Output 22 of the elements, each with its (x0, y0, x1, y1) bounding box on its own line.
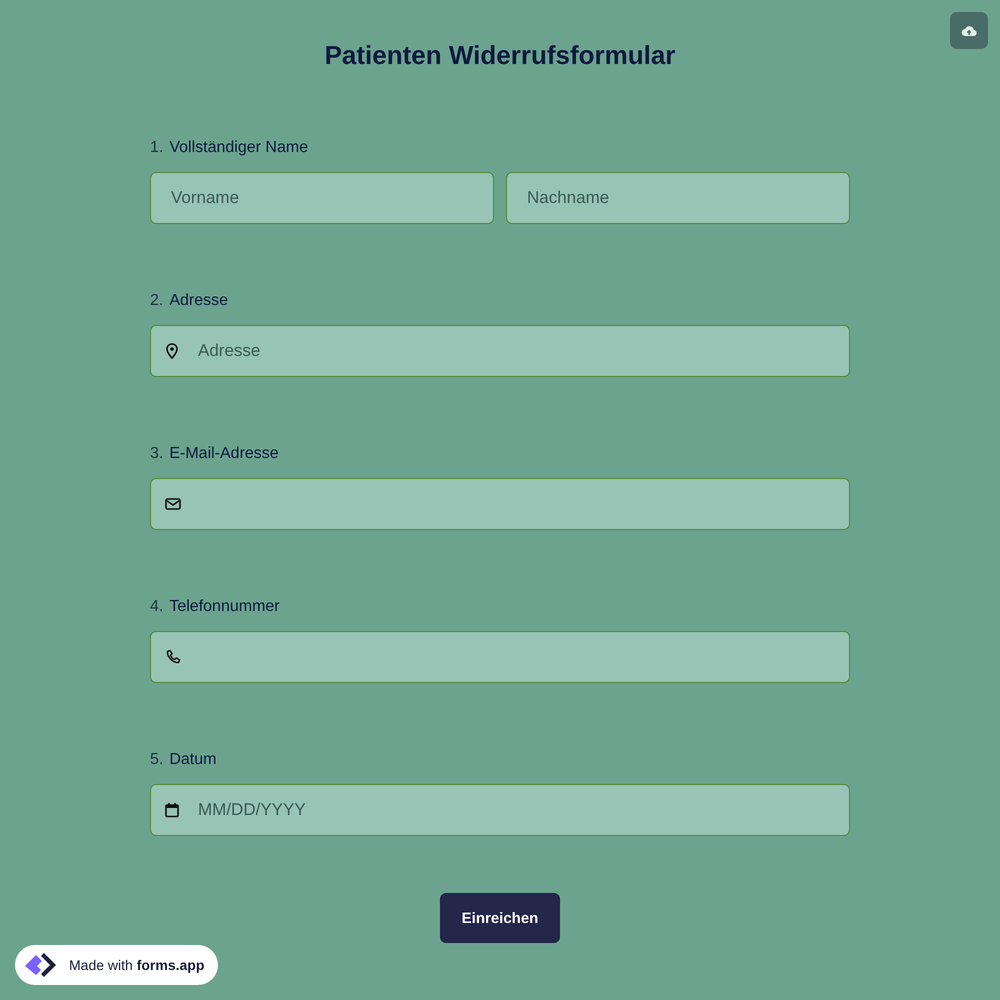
question-label: E-Mail-Adresse (169, 444, 279, 464)
question-label: Adresse (169, 291, 228, 311)
name-field[interactable]: Nachname (506, 172, 850, 224)
submit-button[interactable]: Einreichen (440, 893, 560, 943)
question-number: 3. (150, 444, 164, 464)
name-field[interactable]: Vorname (150, 172, 494, 224)
question-number: 5. (150, 750, 164, 770)
question-label: Datum (169, 750, 216, 770)
email-field[interactable] (150, 478, 850, 530)
question-number: 1. (150, 138, 164, 158)
badge-text: Made with forms.app (69, 957, 204, 973)
question-label: Vollständiger Name (169, 138, 308, 158)
question-label: Telefonnummer (169, 597, 280, 617)
phone-field[interactable] (150, 631, 850, 683)
form-title: Patienten Widerrufsformular (324, 39, 676, 72)
date-field[interactable]: MM/DD/YYYY (150, 784, 850, 836)
address-field[interactable]: Adresse (150, 325, 850, 377)
cloud-upload-button[interactable] (950, 12, 988, 49)
question-number: 2. (150, 291, 164, 311)
cloud-upload-icon (961, 24, 977, 36)
question-number: 4. (150, 597, 164, 617)
made-with-badge[interactable]: Made with forms.app (15, 945, 218, 985)
